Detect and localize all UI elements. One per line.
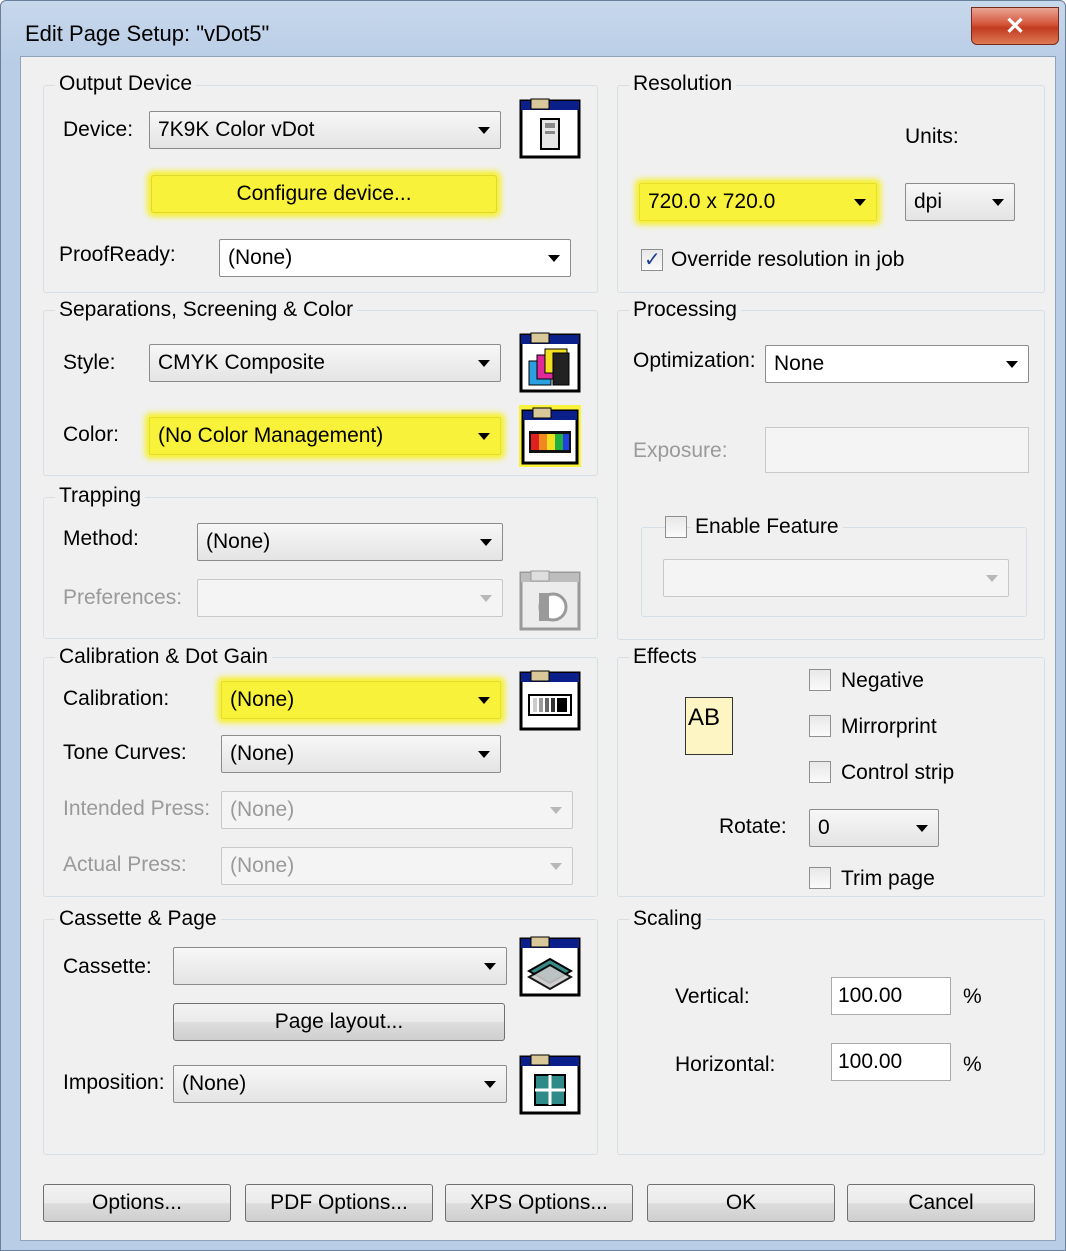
color-label: Color: xyxy=(63,423,120,446)
mirrorprint-checkbox[interactable] xyxy=(809,715,831,737)
units-select[interactable]: dpi xyxy=(905,183,1015,221)
cassette-select[interactable] xyxy=(173,947,507,985)
calibration-select[interactable]: (None) xyxy=(221,681,501,719)
calibration-properties-icon[interactable] xyxy=(519,669,581,731)
color-select[interactable]: (No Color Management) xyxy=(149,417,501,455)
options-button[interactable]: Options... xyxy=(43,1184,231,1222)
device-select[interactable]: 7K9K Color vDot xyxy=(149,111,501,149)
negative-label: Negative xyxy=(841,669,924,692)
exposure-field[interactable] xyxy=(765,427,1029,473)
close-button[interactable]: ✕ xyxy=(971,7,1059,45)
actual-press-select[interactable]: (None) xyxy=(221,847,573,885)
control-strip-label: Control strip xyxy=(841,761,955,784)
cassette-group-label: Cassette & Page xyxy=(55,907,221,931)
tone-curves-label: Tone Curves: xyxy=(63,741,187,764)
trapping-preferences-icon[interactable] xyxy=(519,569,581,631)
device-properties-icon[interactable] xyxy=(519,97,581,159)
effects-preview-icon: AB xyxy=(685,697,733,755)
processing-group-label: Processing xyxy=(629,298,741,322)
enable-feature-label: Enable Feature xyxy=(691,515,843,539)
trim-page-label: Trim page xyxy=(841,867,935,890)
device-label: Device: xyxy=(63,118,134,141)
horizontal-scale-field[interactable]: 100.00 xyxy=(831,1043,951,1081)
method-label: Method: xyxy=(63,527,139,550)
rotate-select[interactable]: 0 xyxy=(809,809,939,847)
preferences-select[interactable] xyxy=(197,579,503,617)
proofready-select[interactable]: (None) xyxy=(219,239,571,277)
horizontal-percent-label: % xyxy=(963,1053,982,1076)
calibration-group-label: Calibration & Dot Gain xyxy=(55,645,272,669)
control-strip-checkbox[interactable] xyxy=(809,761,831,783)
preferences-label: Preferences: xyxy=(63,586,183,609)
effects-group-label: Effects xyxy=(629,645,701,669)
override-resolution-checkbox[interactable] xyxy=(641,247,663,271)
method-select[interactable]: (None) xyxy=(197,523,503,561)
title-bar: Edit Page Setup: "vDot5" ✕ xyxy=(1,1,1065,57)
resolution-select[interactable]: 720.0 x 720.0 xyxy=(639,183,877,221)
pdf-options-button[interactable]: PDF Options... xyxy=(245,1184,433,1222)
xps-options-button[interactable]: XPS Options... xyxy=(445,1184,633,1222)
negative-checkbox[interactable] xyxy=(809,669,831,691)
feature-select[interactable] xyxy=(663,559,1009,597)
rotate-label: Rotate: xyxy=(719,815,787,838)
proofready-label: ProofReady: xyxy=(59,243,176,266)
style-label: Style: xyxy=(63,351,116,374)
color-properties-icon[interactable] xyxy=(519,405,581,467)
cancel-button[interactable]: Cancel xyxy=(847,1184,1035,1222)
vertical-label: Vertical: xyxy=(675,985,750,1008)
cassette-properties-icon[interactable] xyxy=(519,935,581,997)
trapping-group xyxy=(43,497,598,639)
page-layout-button[interactable]: Page layout... xyxy=(173,1003,505,1041)
imposition-label: Imposition: xyxy=(63,1071,165,1094)
tone-curves-select[interactable]: (None) xyxy=(221,735,501,773)
vertical-percent-label: % xyxy=(963,985,982,1008)
enable-feature-checkbox[interactable] xyxy=(665,516,687,538)
window-title: Edit Page Setup: "vDot5" xyxy=(25,21,270,46)
mirrorprint-label: Mirrorprint xyxy=(841,715,937,738)
trapping-group-label: Trapping xyxy=(55,484,146,508)
output-device-group-label: Output Device xyxy=(55,72,197,96)
intended-press-label: Intended Press: xyxy=(63,797,211,820)
optimization-label: Optimization: xyxy=(633,349,756,372)
trim-page-checkbox[interactable] xyxy=(809,867,831,889)
resolution-group-label: Resolution xyxy=(629,72,737,96)
scaling-group xyxy=(617,919,1045,1155)
imposition-select[interactable]: (None) xyxy=(173,1065,507,1103)
cassette-label: Cassette: xyxy=(63,955,152,978)
vertical-scale-field[interactable]: 100.00 xyxy=(831,977,951,1015)
scaling-group-label: Scaling xyxy=(629,907,706,931)
actual-press-label: Actual Press: xyxy=(63,853,187,876)
separations-group-label: Separations, Screening & Color xyxy=(55,298,358,322)
override-resolution-label: Override resolution in job xyxy=(671,248,905,271)
ok-button[interactable]: OK xyxy=(647,1184,835,1222)
style-select[interactable]: CMYK Composite xyxy=(149,344,501,382)
imposition-properties-icon[interactable] xyxy=(519,1053,581,1115)
close-icon: ✕ xyxy=(1004,12,1026,40)
optimization-select[interactable]: None xyxy=(765,345,1029,383)
configure-device-button[interactable]: Configure device... xyxy=(151,175,497,213)
style-properties-icon[interactable] xyxy=(519,331,581,393)
units-label: Units: xyxy=(905,125,959,148)
effects-group xyxy=(617,657,1045,897)
horizontal-label: Horizontal: xyxy=(675,1053,776,1076)
calibration-label: Calibration: xyxy=(63,687,170,710)
dialog-client-area: Output Device Device: 7K9K Color vDot Co… xyxy=(20,56,1056,1241)
exposure-label: Exposure: xyxy=(633,439,728,462)
intended-press-select[interactable]: (None) xyxy=(221,791,573,829)
